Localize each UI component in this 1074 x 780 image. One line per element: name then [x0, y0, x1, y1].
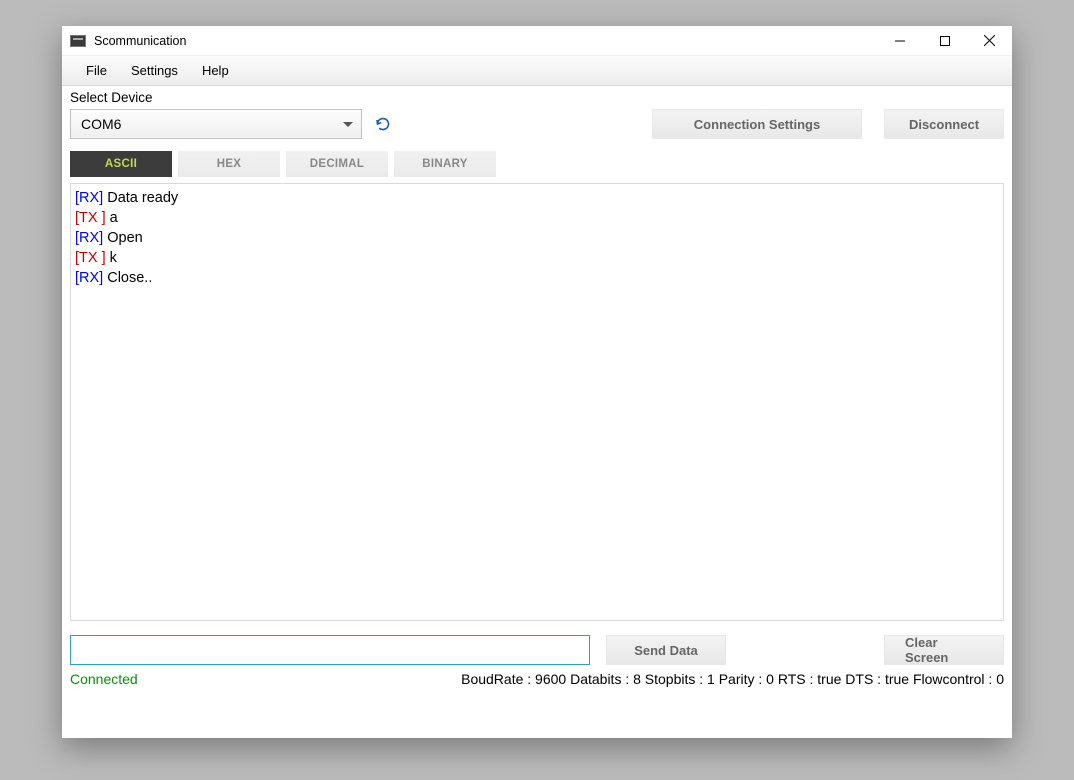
close-button[interactable]	[967, 26, 1012, 56]
terminal-line: [RX] Close..	[75, 268, 999, 288]
tx-tag: [TX ]	[75, 250, 106, 266]
rx-tag: [RX]	[75, 270, 103, 286]
send-data-button[interactable]: Send Data	[606, 635, 726, 665]
terminal-text: Close..	[103, 270, 152, 286]
tab-binary[interactable]: BINARY	[394, 151, 496, 177]
device-row: COM6 Connection Settings Disconnect	[62, 107, 1012, 145]
device-selected-value: COM6	[81, 116, 121, 132]
minimize-button[interactable]	[877, 26, 922, 56]
window-controls	[877, 26, 1012, 56]
menu-help[interactable]: Help	[190, 57, 241, 84]
device-dropdown[interactable]: COM6	[70, 109, 362, 139]
refresh-button[interactable]	[370, 111, 396, 137]
window-title: Scommunication	[94, 34, 877, 48]
terminal-line: [TX ] a	[75, 208, 999, 228]
clear-screen-button[interactable]: Clear Screen	[884, 635, 1004, 665]
tab-ascii[interactable]: ASCII	[70, 151, 172, 177]
rx-tag: [RX]	[75, 190, 103, 206]
format-tabs: ASCII HEX DECIMAL BINARY	[62, 145, 1012, 177]
send-row: Send Data Clear Screen	[62, 621, 1012, 669]
select-device-label: Select Device	[62, 86, 1012, 107]
tx-tag: [TX ]	[75, 210, 106, 226]
app-window: Scommunication File Settings Help Select…	[62, 26, 1012, 738]
refresh-icon	[375, 116, 391, 132]
terminal-output: [RX] Data ready[TX ] a[RX] Open[TX ] k[R…	[70, 183, 1004, 621]
menubar: File Settings Help	[62, 56, 1012, 86]
status-connected: Connected	[70, 671, 138, 687]
menu-file[interactable]: File	[74, 57, 119, 84]
content-area: Select Device COM6 Connection Settings D…	[62, 86, 1012, 738]
terminal-text: a	[106, 210, 118, 226]
tab-decimal[interactable]: DECIMAL	[286, 151, 388, 177]
terminal-text: k	[106, 250, 117, 266]
send-input[interactable]	[70, 635, 590, 665]
disconnect-button[interactable]: Disconnect	[884, 109, 1004, 139]
status-parameters: BoudRate : 9600 Databits : 8 Stopbits : …	[461, 671, 1004, 687]
menu-settings[interactable]: Settings	[119, 57, 190, 84]
tab-hex[interactable]: HEX	[178, 151, 280, 177]
terminal-line: [TX ] k	[75, 248, 999, 268]
statusbar: Connected BoudRate : 9600 Databits : 8 S…	[62, 669, 1012, 693]
app-icon	[70, 35, 86, 47]
terminal-line: [RX] Data ready	[75, 188, 999, 208]
terminal-text: Open	[103, 230, 143, 246]
rx-tag: [RX]	[75, 230, 103, 246]
terminal-text: Data ready	[103, 190, 178, 206]
terminal-line: [RX] Open	[75, 228, 999, 248]
chevron-down-icon	[343, 122, 353, 127]
maximize-button[interactable]	[922, 26, 967, 56]
titlebar: Scommunication	[62, 26, 1012, 56]
connection-settings-button[interactable]: Connection Settings	[652, 109, 862, 139]
